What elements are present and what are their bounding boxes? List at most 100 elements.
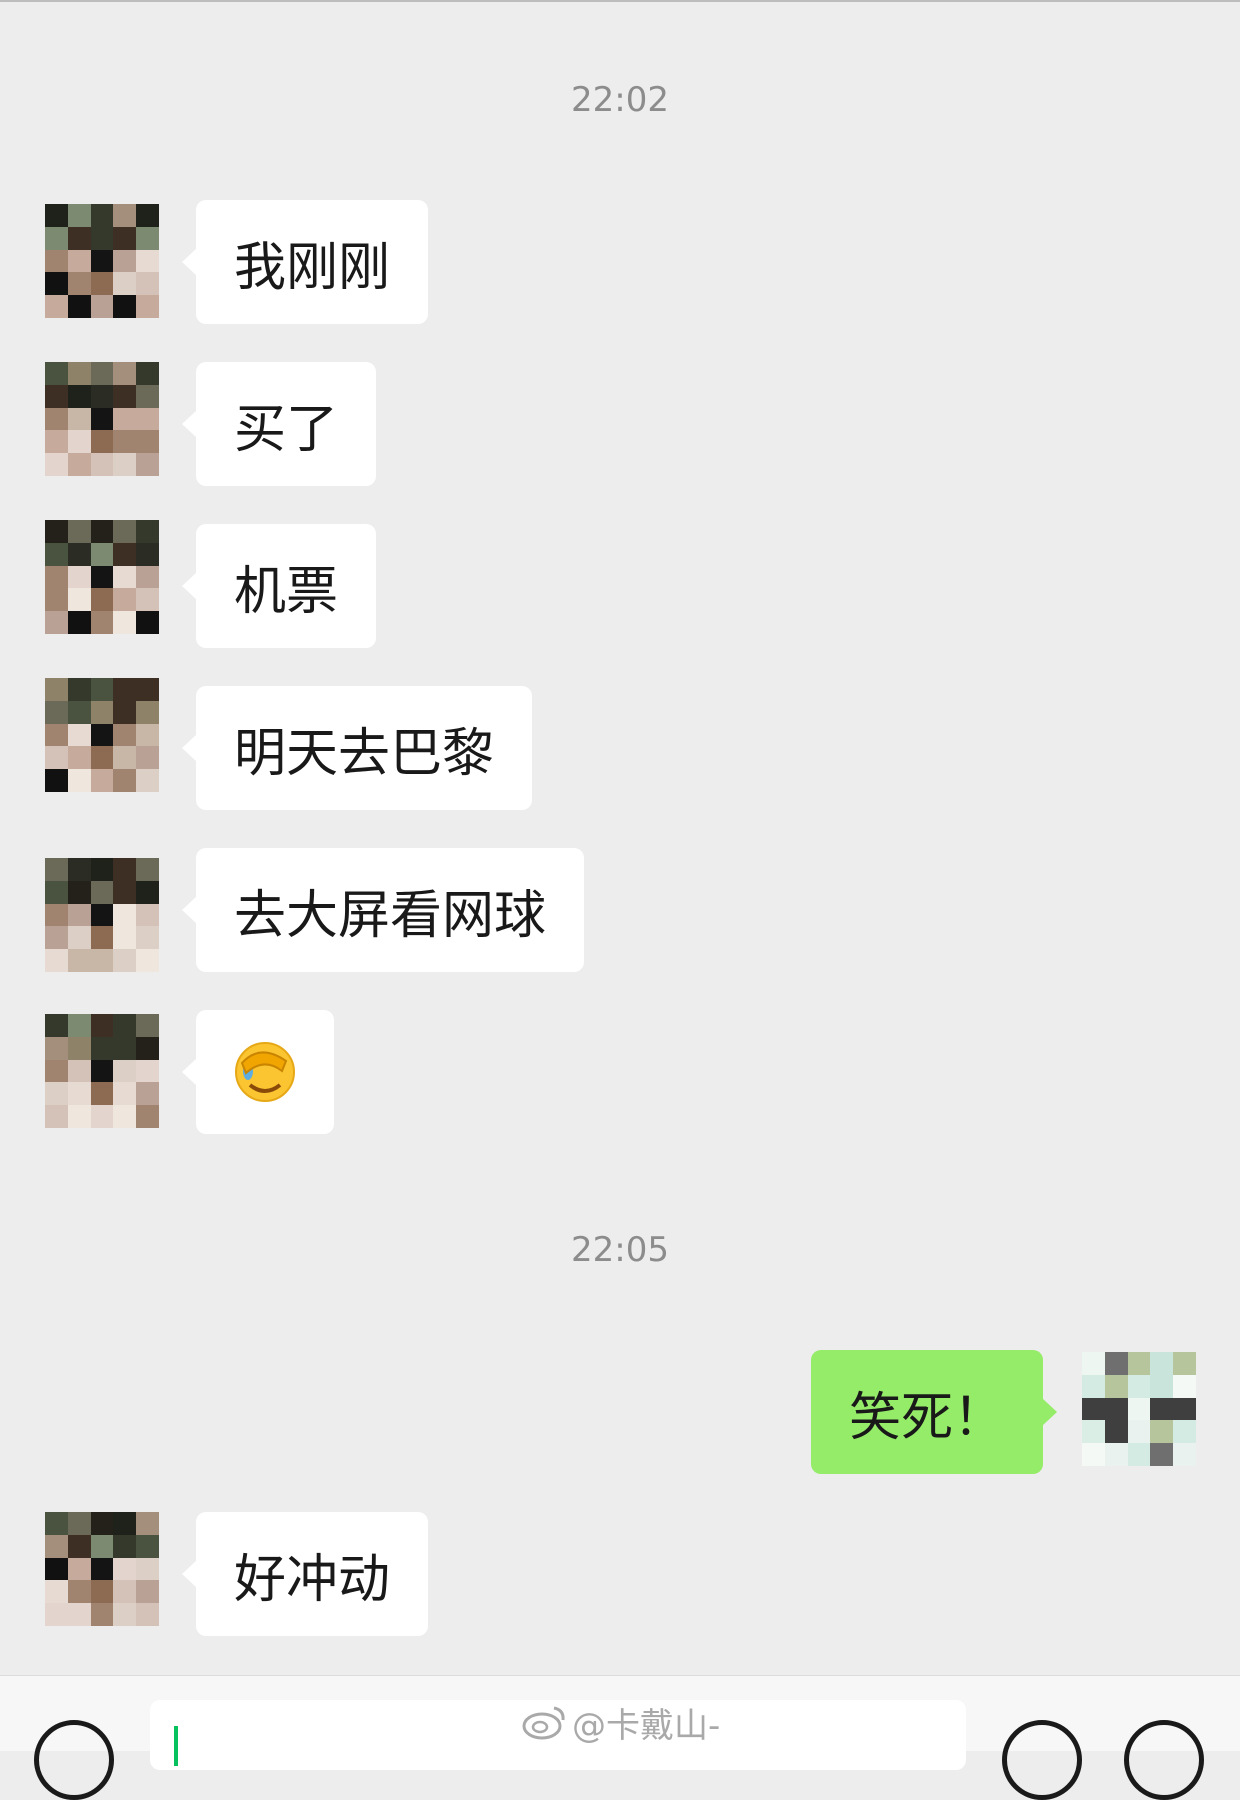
avatar-pixel (45, 542, 68, 566)
avatar-pixel (1127, 1352, 1151, 1375)
avatar-pixel (1173, 1443, 1196, 1466)
avatar-pixel (113, 926, 137, 950)
avatar-pixel (136, 1105, 159, 1128)
avatar-pixel (1104, 1397, 1128, 1421)
avatar-pixel (136, 769, 159, 792)
avatar-pixel (113, 678, 137, 701)
avatar-pixel (45, 1534, 68, 1558)
avatar-pixel (1127, 1397, 1151, 1421)
message-bubble[interactable]: 我刚刚 (181, 200, 429, 324)
avatar-pixel (136, 926, 159, 950)
plus-icon[interactable] (1124, 1720, 1204, 1800)
avatar-pixel (113, 949, 137, 972)
avatar-pixel (45, 204, 68, 227)
message-bubble[interactable]: 机票 (181, 524, 377, 648)
avatar-pixel (113, 295, 137, 318)
avatar-pixel (1150, 1352, 1174, 1375)
watermark: @卡戴山- (522, 1700, 720, 1746)
message-text: 机票 (234, 561, 339, 622)
avatar-pixel (113, 588, 137, 612)
avatar-pixel (113, 1105, 137, 1128)
avatar-pixel (1127, 1420, 1151, 1444)
avatar-pixel (90, 723, 114, 747)
avatar-pixel (90, 1512, 114, 1535)
avatar-pixel (45, 746, 68, 770)
avatar-pixel (136, 1534, 159, 1558)
avatar-pixel (136, 1036, 159, 1060)
contact-avatar[interactable] (45, 362, 159, 476)
avatar-pixel (45, 858, 68, 881)
message-text: 好冲动 (234, 1549, 391, 1610)
avatar-pixel (90, 611, 114, 634)
avatar-pixel (136, 542, 159, 566)
avatar-pixel (67, 1512, 91, 1535)
message-bubble-self[interactable]: 笑死！ (811, 1350, 1058, 1474)
avatar-pixel (113, 1082, 137, 1106)
avatar-pixel (45, 1059, 68, 1083)
avatar-pixel (90, 1580, 114, 1604)
avatar-pixel (90, 362, 114, 385)
avatar-pixel (67, 430, 91, 454)
voice-icon[interactable] (34, 1720, 114, 1800)
contact-avatar[interactable] (45, 1014, 159, 1128)
avatar-pixel (1150, 1374, 1174, 1398)
avatar-pixel (45, 1512, 68, 1535)
avatar-pixel (90, 1557, 114, 1581)
avatar-pixel (90, 565, 114, 589)
message-bubble[interactable] (182, 1010, 334, 1134)
avatar-pixel (90, 453, 114, 476)
avatar-pixel (67, 295, 91, 318)
avatar-pixel (113, 362, 137, 385)
timestamp: 22:05 (571, 1230, 669, 1270)
contact-avatar[interactable] (45, 204, 159, 318)
avatar-pixel (67, 1105, 91, 1128)
avatar-pixel (136, 520, 159, 543)
avatar-pixel (113, 1534, 137, 1558)
avatar-pixel (45, 700, 68, 724)
contact-avatar[interactable] (45, 1512, 159, 1626)
avatar-pixel (113, 1014, 137, 1037)
contact-avatar[interactable] (45, 858, 159, 972)
contact-avatar[interactable] (45, 678, 159, 792)
avatar-pixel (67, 226, 91, 250)
avatar-pixel (136, 384, 159, 408)
avatar-pixel (90, 1105, 114, 1128)
avatar-pixel (113, 249, 137, 273)
avatar-pixel (45, 295, 68, 318)
avatar-pixel (136, 1580, 159, 1604)
avatar-pixel (67, 700, 91, 724)
avatar-pixel (1173, 1420, 1196, 1444)
message-bubble[interactable]: 明天去巴黎 (181, 686, 533, 810)
avatar-pixel (67, 723, 91, 747)
top-divider (0, 0, 1240, 2)
self-avatar[interactable] (1082, 1352, 1196, 1466)
avatar-pixel (90, 249, 114, 273)
avatar-pixel (90, 903, 114, 927)
avatar-pixel (113, 520, 137, 543)
contact-avatar[interactable] (45, 520, 159, 634)
avatar-pixel (1150, 1420, 1174, 1444)
avatar-pixel (67, 611, 91, 634)
avatar-pixel (136, 678, 159, 701)
avatar-pixel (113, 1580, 137, 1604)
message-bubble[interactable]: 好冲动 (181, 1512, 429, 1636)
message-text: 明天去巴黎 (234, 723, 495, 784)
avatar-pixel (113, 880, 137, 904)
avatar-pixel (67, 362, 91, 385)
avatar-pixel (113, 565, 137, 589)
avatar-pixel (45, 1014, 68, 1037)
avatar-pixel (1173, 1397, 1196, 1421)
avatar-pixel (136, 880, 159, 904)
avatar-pixel (45, 453, 68, 476)
avatar-pixel (67, 926, 91, 950)
avatar-pixel (45, 1036, 68, 1060)
message-bubble[interactable]: 去大屏看网球 (181, 848, 585, 972)
avatar-pixel (45, 430, 68, 454)
avatar-pixel (67, 453, 91, 476)
message-bubble[interactable]: 买了 (181, 362, 377, 486)
avatar-pixel (45, 520, 68, 543)
avatar-pixel (90, 226, 114, 250)
emoji-icon[interactable] (1002, 1720, 1082, 1800)
facepalm-emoji-icon (235, 1042, 295, 1102)
avatar-pixel (113, 1603, 137, 1626)
